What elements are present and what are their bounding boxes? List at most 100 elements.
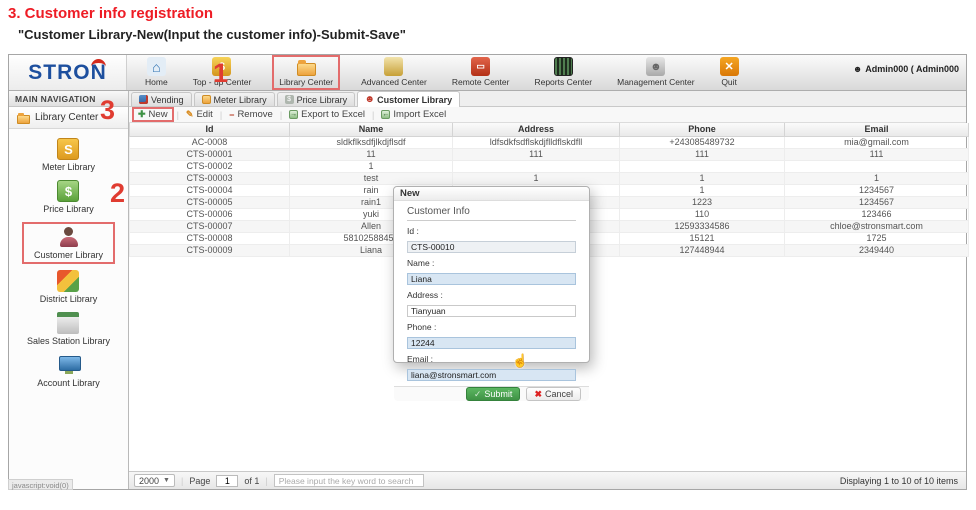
search-input[interactable] [274, 474, 424, 487]
sidebar-item-account-library[interactable]: Account Library [37, 354, 100, 388]
tab-price-library[interactable]: $ Price Library [277, 92, 356, 106]
toolbar-separator: | [372, 110, 374, 120]
table-row[interactable]: CTS-000021 [130, 160, 969, 172]
table-cell: mia@gmail.com [785, 136, 969, 148]
cancel-button[interactable]: ✖ Cancel [526, 387, 581, 401]
export-label: Export to Excel [301, 109, 365, 120]
tab-customer-library[interactable]: ☻ Customer Library [357, 91, 460, 107]
column-header-email[interactable]: Email [785, 123, 969, 136]
import-excel-button[interactable]: ← Import Excel [377, 109, 450, 120]
management-center-icon: ☻ [646, 57, 665, 76]
table-cell: 12593334586 [620, 220, 785, 232]
table-cell: 1234567 [785, 184, 969, 196]
export-excel-icon: → [289, 110, 298, 119]
export-to-excel-button[interactable]: → Export to Excel [285, 109, 369, 120]
page-size-select[interactable]: 2000 ▼ [134, 474, 175, 487]
tab-vending[interactable]: Vending [131, 92, 192, 106]
annotation-step-2: 2 [110, 180, 125, 207]
sidebar-item-meter-library[interactable]: S Meter Library [42, 138, 95, 172]
hand-cursor-icon: ☝ [512, 353, 528, 369]
x-icon: ✖ [534, 389, 542, 400]
pagebar-separator: | [181, 476, 183, 486]
remove-button[interactable]: − Remove [225, 109, 277, 120]
email-field-label: Email : [407, 354, 576, 364]
table-cell: 1 [620, 184, 785, 196]
table-cell: +243085489732 [620, 136, 785, 148]
nav-item-advanced-center[interactable]: Advanced Center [357, 55, 431, 89]
address-field-label: Address : [407, 290, 576, 300]
vending-tab-icon [139, 95, 148, 104]
cancel-label: Cancel [545, 389, 573, 399]
toolbar: ✚ New | ✎ Edit | − Remove | → Export to … [129, 107, 966, 123]
folder-icon [17, 115, 30, 124]
address-field[interactable] [407, 305, 576, 317]
customer-tab-icon: ☻ [365, 95, 374, 104]
email-field[interactable] [407, 369, 576, 381]
user-icon: ☻ [853, 64, 862, 74]
table-cell: 1 [453, 172, 620, 184]
address-field-group: Address : [407, 290, 576, 319]
sidebar-item-district-library[interactable]: District Library [40, 270, 98, 304]
meter-library-icon: S [57, 138, 79, 160]
table-cell: CTS-00008 [130, 232, 290, 244]
sidebar-item-customer-library[interactable]: Customer Library [22, 222, 115, 264]
import-label: Import Excel [393, 109, 446, 120]
nav-item-reports-center[interactable]: Reports Center [530, 55, 596, 89]
table-header-row: Id Name Address Phone Email [130, 123, 969, 136]
column-header-name[interactable]: Name [290, 123, 453, 136]
sidebar-item-sales-station-library[interactable]: Sales Station Library [27, 312, 110, 346]
district-library-icon [57, 270, 79, 292]
nav-label: Home [145, 77, 168, 87]
table-cell: 1 [620, 172, 785, 184]
nav-label: Remote Center [452, 77, 510, 87]
sidebar-item-label: District Library [40, 294, 98, 304]
user-name: Admin000 ( Admin000 [865, 64, 959, 74]
status-link-hint: javascript:void(0) [8, 479, 73, 490]
tab-meter-library[interactable]: Meter Library [194, 92, 275, 106]
table-cell: 1 [785, 172, 969, 184]
page-number-input[interactable] [216, 475, 238, 487]
submit-button[interactable]: ✓ Submit [466, 387, 521, 401]
table-cell: test [290, 172, 453, 184]
column-header-phone[interactable]: Phone [620, 123, 785, 136]
column-header-id[interactable]: Id [130, 123, 290, 136]
edit-button[interactable]: ✎ Edit [182, 109, 217, 120]
name-field[interactable] [407, 273, 576, 285]
top-navigation: STRON ⌂ Home $ Top - up Center Library C… [9, 55, 966, 91]
sidebar-item-label: Price Library [43, 204, 94, 214]
nav-item-library-center[interactable]: Library Center [272, 55, 340, 90]
phone-field[interactable] [407, 337, 576, 349]
table-row[interactable]: CTS-0000111111111111 [130, 148, 969, 160]
phone-field-label: Phone : [407, 322, 576, 332]
table-cell: chloe@stronsmart.com [785, 220, 969, 232]
sidebar: MAIN NAVIGATION Library Center S Meter L… [9, 91, 129, 489]
toolbar-separator: | [177, 110, 179, 120]
tab-label: Customer Library [377, 95, 452, 105]
nav-items: ⌂ Home $ Top - up Center Library Center … [141, 55, 743, 90]
nav-item-quit[interactable]: ✕ Quit [716, 55, 743, 89]
annotation-step-1: 1 [213, 60, 228, 87]
dialog-body: Customer Info Id : Name : Address : Phon… [394, 201, 589, 386]
table-row[interactable]: AC-0008sldkflksdfjlkdjflsdfldfsdkfsdflsk… [130, 136, 969, 148]
new-button[interactable]: ✚ New [132, 107, 174, 122]
nav-item-home[interactable]: ⌂ Home [141, 55, 172, 89]
table-cell: CTS-00005 [130, 196, 290, 208]
remove-label: Remove [237, 109, 272, 120]
nav-item-remote-center[interactable]: ▭ Remote Center [448, 55, 514, 89]
nav-item-management-center[interactable]: ☻ Management Center [613, 55, 699, 89]
id-field[interactable] [407, 241, 576, 253]
table-cell: 15121 [620, 232, 785, 244]
table-cell: 1 [290, 160, 453, 172]
meter-tab-icon [202, 95, 211, 104]
table-row[interactable]: CTS-00003test111 [130, 172, 969, 184]
table-cell: 1234567 [785, 196, 969, 208]
table-cell: CTS-00001 [130, 148, 290, 160]
reports-center-icon [554, 57, 573, 76]
display-status: Displaying 1 to 10 of 10 items [840, 476, 961, 486]
pagination-bar: 2000 ▼ | Page of 1 | Displaying 1 to 10 … [129, 471, 966, 489]
remote-center-icon: ▭ [471, 57, 490, 76]
sidebar-item-price-library[interactable]: $ Price Library [43, 180, 94, 214]
annotation-step-3: 3 [100, 97, 115, 124]
sidebar-root-label: Library Center [35, 112, 98, 123]
column-header-address[interactable]: Address [453, 123, 620, 136]
